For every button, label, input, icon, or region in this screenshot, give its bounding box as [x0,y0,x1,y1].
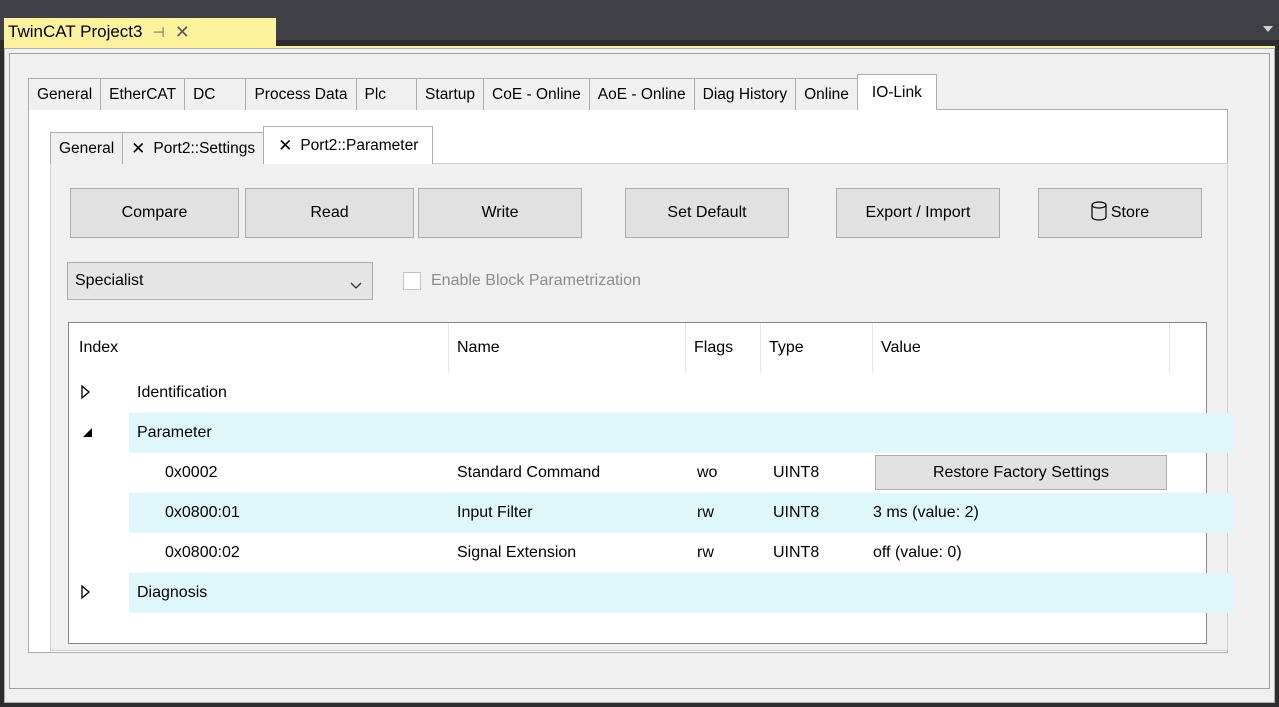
document-tab[interactable]: TwinCAT Project3 ⊣ ✕ [4,18,276,46]
row-type: UINT8 [773,544,820,561]
row-index: 0x0800:02 [165,544,240,561]
write-button[interactable]: Write [418,188,582,238]
compare-button[interactable]: Compare [70,188,239,238]
tab-ethercat[interactable]: EtherCAT [100,78,186,110]
tab-io-link[interactable]: IO-Link [856,74,937,110]
row-name: Standard Command [457,464,601,481]
expand-triangle-icon[interactable] [81,584,93,600]
subtab-general[interactable]: General [50,132,124,164]
row-index: 0x0800:01 [165,504,240,521]
set-default-button[interactable]: Set Default [625,188,789,238]
subtab-port2-parameter[interactable]: ✕ Port2::Parameter [263,126,434,164]
expand-triangle-icon[interactable] [81,384,93,400]
group-row-parameter[interactable]: Parameter [129,413,1234,453]
dropdown-arrow-icon[interactable] [1263,26,1273,36]
tab-aoe-online[interactable]: AoE - Online [588,78,695,110]
row-type: UINT8 [773,464,820,481]
group-row-diagnosis[interactable]: Diagnosis [129,573,1234,613]
close-icon[interactable]: ✕ [175,23,190,41]
block-parametrization-label: Enable Block Parametrization [431,272,641,289]
row-flags: rw [697,544,714,561]
row-type: UINT8 [773,504,820,521]
group-label: Identification [137,384,227,401]
row-flags: wo [697,464,718,481]
tab-diag-history[interactable]: Diag History [693,78,797,110]
row-name: Input Filter [457,504,533,521]
parameter-list: Index Name Flags Type Value Identificati… [68,322,1234,644]
main-tab-strip: General EtherCAT DC Process Data Plc Sta… [28,74,937,110]
read-button[interactable]: Read [245,188,414,238]
tab-dc[interactable]: DC [184,78,247,110]
block-parametrization-checkbox[interactable] [403,272,421,290]
column-header-index[interactable]: Index [69,323,449,373]
group-label: Diagnosis [137,584,208,601]
tab-online[interactable]: Online [795,78,858,110]
database-icon [1091,200,1107,226]
column-header-type[interactable]: Type [761,323,873,373]
tab-plc[interactable]: Plc [355,78,418,110]
subtab-label: Port2::Parameter [300,136,419,154]
subtab-label: Port2::Settings [153,139,256,157]
close-icon[interactable]: ✕ [131,139,145,159]
group-label: Parameter [137,424,212,441]
close-icon[interactable]: ✕ [278,136,292,156]
group-row-identification[interactable]: Identification [129,373,1234,413]
chevron-down-icon [350,276,362,294]
export-import-button[interactable]: Export / Import [836,188,1000,238]
row-value[interactable]: 3 ms (value: 2) [873,493,979,533]
restore-factory-settings-button[interactable]: Restore Factory Settings [875,455,1167,490]
block-parametrization-option[interactable]: Enable Block Parametrization [403,272,641,290]
collapse-triangle-icon[interactable] [81,425,93,439]
table-row[interactable]: 0x0800:01 Input Filter rw UINT8 3 ms (va… [129,493,1234,533]
table-row[interactable]: 0x0002 Standard Command wo UINT8 Restore… [129,453,1234,493]
table-row[interactable]: 0x0800:02 Signal Extension rw UINT8 off … [129,533,1234,573]
column-header-name[interactable]: Name [449,323,686,373]
mode-dropdown-value: Specialist [75,272,144,289]
row-value[interactable]: off (value: 0) [873,533,962,573]
store-label: Store [1110,204,1150,221]
subtab-port2-settings[interactable]: ✕ Port2::Settings [122,132,265,164]
row-index: 0x0002 [165,464,218,481]
tab-general[interactable]: General [28,78,102,110]
column-header-flags[interactable]: Flags [686,323,761,373]
sub-tab-strip: General ✕ Port2::Settings ✕ Port2::Param… [50,126,434,164]
row-flags: rw [697,504,714,521]
store-button[interactable]: Store [1038,188,1202,238]
pin-icon[interactable]: ⊣ [152,24,164,41]
document-title: TwinCAT Project3 [8,22,143,41]
row-name: Signal Extension [457,544,577,561]
tab-coe-online[interactable]: CoE - Online [483,78,590,110]
tab-process-data[interactable]: Process Data [245,78,357,110]
tab-startup[interactable]: Startup [416,78,485,110]
column-header-value[interactable]: Value [873,323,1170,373]
mode-dropdown[interactable]: Specialist [67,262,373,300]
